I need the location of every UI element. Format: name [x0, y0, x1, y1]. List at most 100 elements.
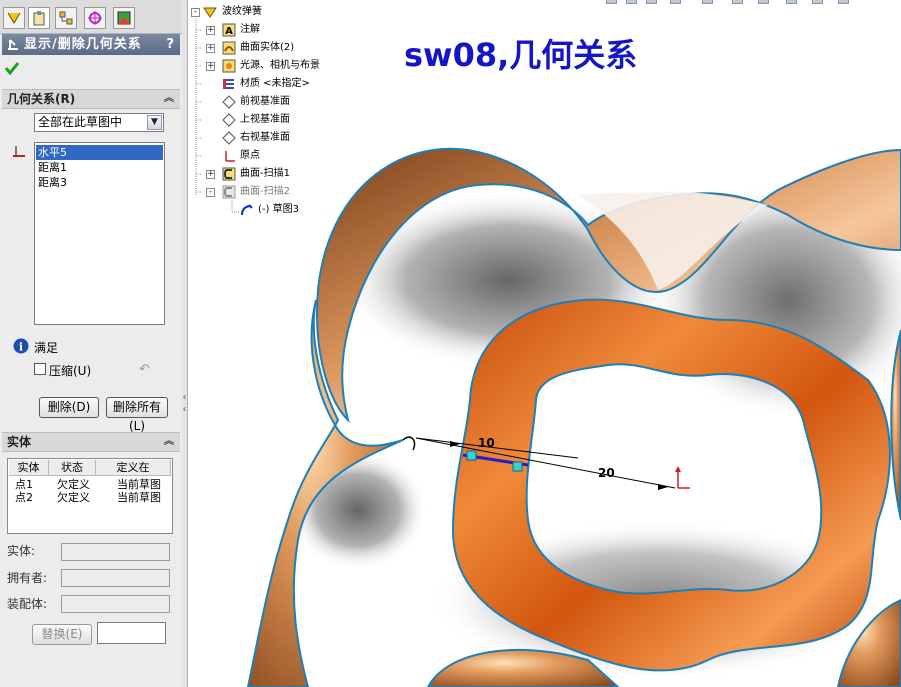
- tree-item-label: 前视基准面: [240, 96, 290, 107]
- owner-field: [61, 569, 170, 587]
- display-style-icon[interactable]: [732, 0, 743, 4]
- entities-table[interactable]: 实体 状态 定义在 点1 欠定义 当前草图 点2 欠定义 当前草图: [7, 458, 173, 534]
- configuration-manager-tab[interactable]: [55, 7, 77, 29]
- plane-icon: [222, 131, 236, 145]
- edit-appearance-icon[interactable]: [786, 0, 797, 4]
- svg-text:A: A: [225, 26, 233, 37]
- splitter-grip-icon[interactable]: ‹ ‹: [182, 392, 187, 416]
- feature-tree-icon: [7, 12, 21, 24]
- panel-tabbar: [0, 0, 182, 34]
- overlay-title: sw08,几何关系: [404, 36, 638, 74]
- dimension-label[interactable]: 10: [478, 436, 495, 450]
- dimension-label[interactable]: 20: [598, 466, 615, 480]
- plane-icon: [222, 95, 236, 109]
- assembly-field: [61, 595, 170, 613]
- tree-item-label: 曲面实体(2): [240, 42, 295, 53]
- section-view-icon[interactable]: [670, 0, 681, 4]
- table-cell[interactable]: 当前草图: [117, 478, 161, 491]
- view-orientation-icon[interactable]: [702, 0, 713, 4]
- property-manager-panel: 显示/删除几何关系 ? 几何关系(R) ︽ 全部在此草图中 ▼ 水平5 距离1 …: [0, 0, 183, 687]
- collapse-chevron-icon[interactable]: ︽: [164, 433, 174, 451]
- column-header[interactable]: 实体: [9, 460, 49, 476]
- expand-toggle[interactable]: +: [206, 62, 215, 71]
- entity-field-label: 实体:: [7, 544, 36, 558]
- sketch-icon: [240, 203, 254, 217]
- chevron-down-icon[interactable]: ▼: [147, 115, 162, 130]
- sketch-point[interactable]: [512, 461, 523, 472]
- table-cell[interactable]: 欠定义: [57, 478, 90, 491]
- checkmark-icon: [4, 62, 20, 76]
- table-cell[interactable]: 当前草图: [117, 491, 161, 504]
- zoom-fit-icon[interactable]: [606, 0, 617, 4]
- column-header[interactable]: 状态: [49, 460, 96, 476]
- help-icon[interactable]: ?: [166, 34, 174, 55]
- previous-view-icon[interactable]: [646, 0, 657, 4]
- tree-root-label: 波纹弹簧: [222, 6, 262, 17]
- relation-item[interactable]: 距离3: [36, 175, 163, 190]
- collapse-toggle[interactable]: -: [191, 8, 200, 17]
- hide-show-icon[interactable]: [758, 0, 769, 4]
- tree-item-label: 光源、相机与布景: [240, 60, 320, 71]
- replace-input[interactable]: [97, 622, 166, 644]
- tree-item-label: (-) 草图3: [258, 204, 299, 215]
- table-cell[interactable]: 点1: [15, 478, 33, 491]
- clipboard-icon: [33, 11, 45, 26]
- column-header[interactable]: 定义在: [96, 460, 171, 476]
- tree-item-label: 上视基准面: [240, 114, 290, 125]
- orange-ring-surface: [451, 298, 891, 672]
- model-view: [246, 147, 901, 687]
- relation-filter-dropdown[interactable]: 全部在此草图中 ▼: [34, 113, 164, 132]
- tree-item-label: 曲面-扫描1: [240, 168, 290, 179]
- crosshair-icon: [88, 11, 102, 25]
- entities-section-header[interactable]: 实体 ︽: [2, 432, 180, 452]
- display-icon: [117, 11, 131, 25]
- panel-title: 显示/删除几何关系: [24, 37, 142, 52]
- origin-arrow-icon: [675, 466, 681, 472]
- info-icon: i: [13, 338, 29, 357]
- suppress-checkbox[interactable]: [34, 363, 46, 375]
- tree-item-label: 右视基准面: [240, 132, 290, 143]
- sweep-surface-icon: [222, 167, 236, 181]
- tree-item-label: 原点: [240, 150, 260, 161]
- assembly-field-label: 装配体:: [7, 597, 48, 611]
- ok-checkmark-button[interactable]: [4, 60, 20, 79]
- relation-item[interactable]: 距离1: [36, 160, 163, 175]
- sketch-curve: [402, 436, 416, 451]
- sketch-point[interactable]: [466, 450, 477, 461]
- plane-icon: [222, 113, 236, 127]
- zoom-area-icon[interactable]: [626, 0, 637, 4]
- relations-list[interactable]: 水平5 距离1 距离3: [34, 142, 165, 325]
- relation-item[interactable]: 水平5: [36, 145, 163, 160]
- lights-cameras-icon: [222, 59, 236, 73]
- delete-button[interactable]: 删除(D): [39, 397, 99, 418]
- replace-button[interactable]: 替换(E): [32, 624, 92, 645]
- entity-field: [61, 543, 170, 561]
- display-manager-tab[interactable]: [113, 7, 135, 29]
- undo-icon[interactable]: ↶: [139, 362, 150, 377]
- table-cell[interactable]: 欠定义: [57, 491, 90, 504]
- graphics-viewport[interactable]: 10 20 sw08,几何关系 - 波纹弹簧 + A 注解 + 曲面实体(2) …: [188, 0, 901, 687]
- delete-all-button[interactable]: 删除所有(L): [106, 397, 168, 433]
- part-icon: [203, 5, 217, 19]
- expand-toggle[interactable]: +: [206, 170, 215, 179]
- annotation-icon: A: [222, 23, 236, 37]
- expand-toggle[interactable]: +: [206, 44, 215, 53]
- apply-scene-icon[interactable]: [812, 0, 823, 4]
- origin-icon: [222, 149, 236, 163]
- collapse-chevron-icon[interactable]: ︽: [164, 90, 174, 108]
- entities-section-title: 实体: [7, 435, 32, 449]
- arrowhead-icon: [658, 484, 668, 490]
- relations-section-header[interactable]: 几何关系(R) ︽: [2, 89, 180, 109]
- configuration-icon: [59, 11, 73, 25]
- suppress-label[interactable]: 压缩(U): [49, 362, 91, 379]
- property-manager-tab[interactable]: [28, 7, 50, 29]
- dimxpert-tab[interactable]: [84, 7, 106, 29]
- owner-field-label: 拥有者:: [7, 571, 48, 585]
- tree-connector-lines: [195, 12, 240, 213]
- material-icon: [222, 77, 236, 91]
- view-settings-icon[interactable]: [838, 0, 849, 4]
- collapse-toggle[interactable]: -: [206, 188, 215, 197]
- expand-toggle[interactable]: +: [206, 26, 215, 35]
- table-cell[interactable]: 点2: [15, 491, 33, 504]
- feature-manager-tab[interactable]: [3, 7, 25, 29]
